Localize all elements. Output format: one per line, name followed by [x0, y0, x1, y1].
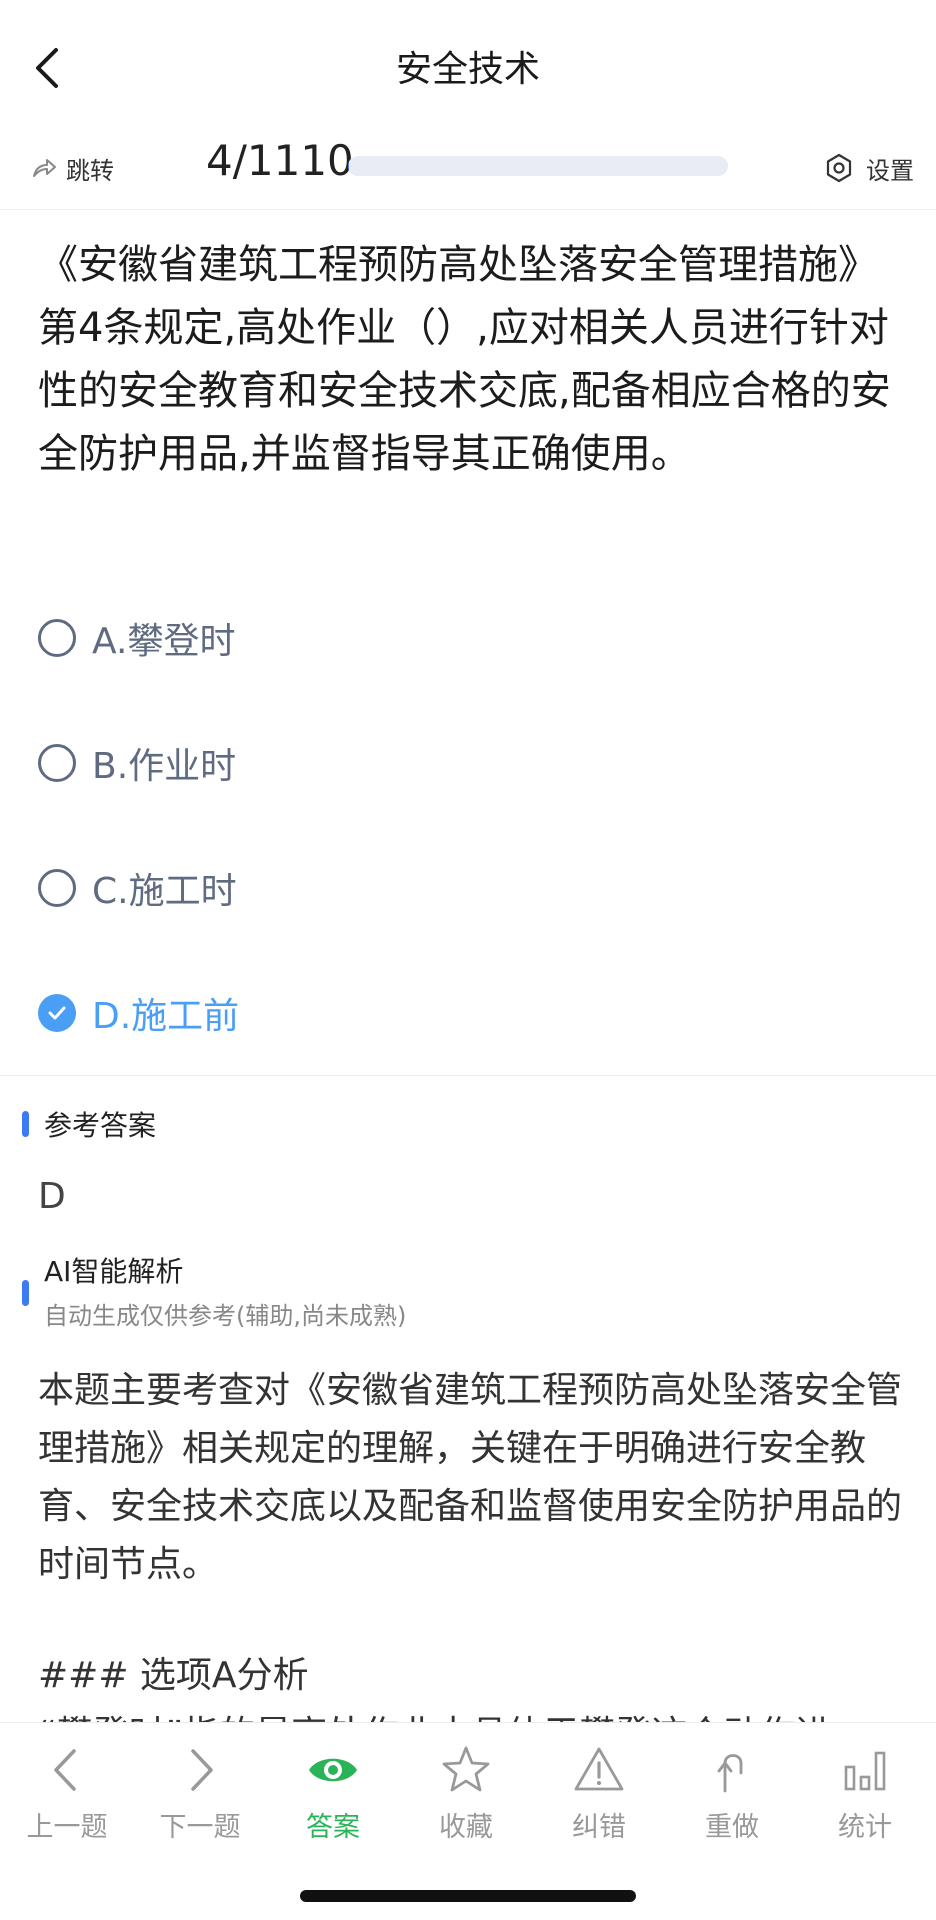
nav-bar: 安全技术: [0, 0, 936, 130]
tab-label: 统计: [838, 1812, 892, 1843]
redo-icon: [717, 1754, 743, 1793]
progress-counter: 4/1110: [206, 136, 354, 185]
tab-redo[interactable]: 重做: [677, 1743, 787, 1863]
ai-analysis-heading: ### 选项A分析: [38, 1655, 309, 1696]
ai-analysis-subtitle: 自动生成仅供参考(辅助,尚未成熟): [44, 1302, 407, 1330]
tab-label: 重做: [705, 1812, 759, 1843]
question-toolbar: 跳转 4/1110 设置: [0, 130, 936, 210]
warning-icon: [574, 1747, 624, 1791]
tab-previous[interactable]: 上一题: [12, 1743, 122, 1863]
ai-analysis-text: 本题主要考查对《安徽省建筑工程预防高处坠落安全管理措施》相关规定的理解，关键在于…: [38, 1370, 903, 1585]
tab-answer[interactable]: 答案: [278, 1743, 388, 1863]
ai-analysis-title: AI智能解析: [44, 1255, 184, 1288]
tab-report-error[interactable]: 纠错: [544, 1743, 654, 1863]
option-label: C.施工时: [92, 871, 237, 912]
tab-favorite[interactable]: 收藏: [411, 1743, 521, 1863]
tab-label: 收藏: [439, 1812, 493, 1843]
option-label: D.施工前: [92, 996, 240, 1037]
radio-unchecked-icon: [38, 619, 76, 657]
option-b[interactable]: B.作业时: [38, 733, 236, 793]
home-indicator: [300, 1890, 636, 1902]
reference-answer-title: 参考答案: [44, 1109, 157, 1142]
tab-label: 下一题: [159, 1812, 241, 1843]
settings-button[interactable]: 设置: [824, 146, 914, 190]
option-label: B.作业时: [92, 746, 237, 787]
section-marker: [22, 1111, 29, 1137]
jump-button[interactable]: 跳转: [30, 146, 114, 190]
divider: [0, 1075, 936, 1076]
chevron-left-icon: [54, 1749, 76, 1791]
option-label: A.攀登时: [92, 621, 236, 662]
radio-checked-icon: [38, 994, 76, 1032]
eye-icon: [309, 1758, 357, 1782]
tab-label: 纠错: [572, 1812, 626, 1843]
radio-unchecked-icon: [38, 744, 76, 782]
radio-unchecked-icon: [38, 869, 76, 907]
tab-label: 上一题: [26, 1812, 108, 1843]
share-arrow-icon: [33, 159, 56, 177]
chevron-right-icon: [191, 1749, 213, 1791]
option-a[interactable]: A.攀登时: [38, 608, 235, 668]
settings-label: 设置: [866, 156, 914, 185]
reference-answer-value: D: [38, 1176, 66, 1217]
page-title: 安全技术: [395, 49, 540, 90]
section-marker: [22, 1280, 29, 1306]
gear-icon: [826, 153, 852, 183]
bar-chart-icon: [844, 1751, 886, 1791]
question-text: 《安徽省建筑工程预防高处坠落安全管理措施》第4条规定,高处作业（）,应对相关人员…: [38, 242, 891, 477]
progress-bar: [348, 156, 728, 176]
option-c[interactable]: C.施工时: [38, 858, 237, 918]
option-d[interactable]: D.施工前: [38, 983, 239, 1043]
tab-label: 答案: [306, 1812, 360, 1843]
star-icon: [442, 1746, 490, 1792]
tab-next[interactable]: 下一题: [145, 1743, 255, 1863]
jump-label: 跳转: [66, 156, 114, 185]
tab-statistics[interactable]: 统计: [810, 1743, 920, 1863]
